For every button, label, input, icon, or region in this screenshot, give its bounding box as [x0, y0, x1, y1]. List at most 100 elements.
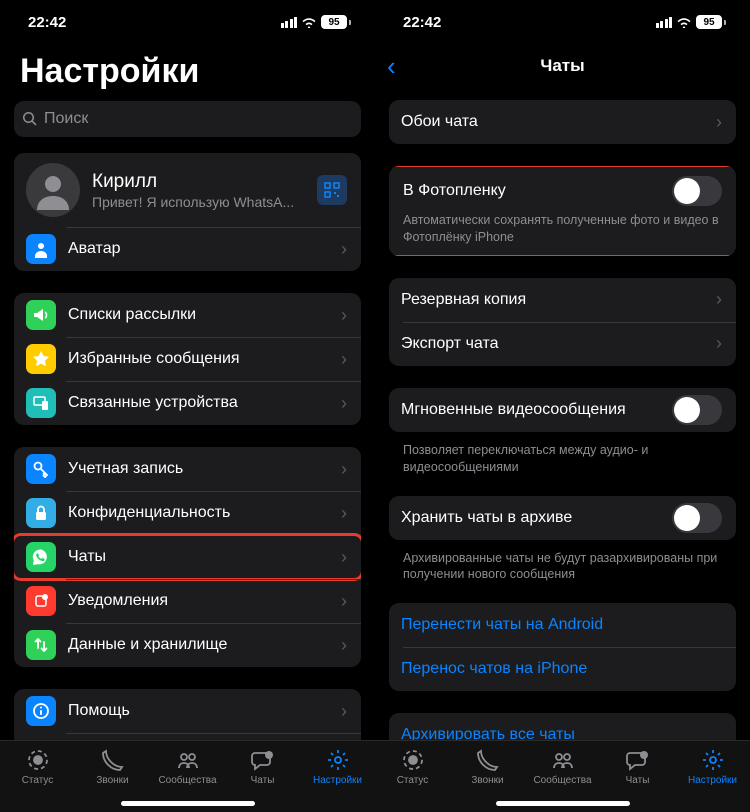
qr-icon[interactable] [317, 175, 347, 205]
status-time: 22:42 [403, 14, 441, 31]
wifi-icon [676, 16, 692, 28]
tab-status[interactable]: Статус [0, 747, 75, 812]
devices-icon [26, 388, 56, 418]
nav-title: Чаты [540, 56, 584, 76]
key-icon [26, 454, 56, 484]
nav-header: ‹ Чаты [375, 44, 750, 88]
profile-row[interactable]: Кирилл Привет! Я использую WhatsA... [14, 153, 361, 227]
search-input[interactable]: Поиск [14, 101, 361, 137]
archive-row[interactable]: Хранить чаты в архиве [389, 496, 736, 540]
settings-row-devices[interactable]: Связанные устройства› [14, 381, 361, 425]
signal-icon [281, 17, 298, 28]
chevron-icon: › [341, 635, 347, 656]
wifi-icon [301, 16, 317, 28]
communities-icon [550, 747, 576, 773]
back-button[interactable]: ‹ [387, 51, 396, 82]
chevron-icon: › [341, 239, 347, 260]
status-icon [25, 747, 51, 773]
backup-row[interactable]: Резервная копия› [389, 278, 736, 322]
avatar-icon [26, 163, 80, 217]
status-bar: 22:42 95 [0, 0, 375, 44]
photoroll-row[interactable]: В Фотопленку Автоматически сохранять пол… [389, 166, 736, 256]
archive-toggle[interactable] [672, 503, 722, 533]
chevron-icon: › [341, 701, 347, 722]
calls-icon [100, 747, 126, 773]
battery-icon: 95 [696, 15, 726, 29]
star-icon [26, 344, 56, 374]
settings-row-star[interactable]: Избранные сообщения› [14, 337, 361, 381]
megaphone-icon [26, 300, 56, 330]
settings-screen: 22:42 95 Настройки Поиск Кирилл Привет! … [0, 0, 375, 812]
lock-icon [26, 498, 56, 528]
home-indicator [496, 801, 630, 806]
chevron-icon: › [341, 547, 347, 568]
communities-icon [175, 747, 201, 773]
backup-row[interactable]: Экспорт чата› [389, 322, 736, 366]
transfer-row[interactable]: Перенос чатов на iPhone [389, 647, 736, 691]
wallpaper-group: Обои чата › [389, 100, 736, 144]
info-icon [26, 696, 56, 726]
home-indicator [121, 801, 255, 806]
actions-group: Архивировать все чатыОчистить все чатыУд… [389, 713, 736, 740]
settings-row-bell[interactable]: Уведомления› [14, 579, 361, 623]
settings-group-2: Учетная запись›Конфиденциальность›Чаты›У… [14, 447, 361, 667]
chevron-icon: › [341, 459, 347, 480]
avatar-sq-icon [26, 234, 56, 264]
settings-row-heart[interactable]: Рассказать другу› [14, 733, 361, 740]
arrows-icon [26, 630, 56, 660]
photoroll-group: В Фотопленку Автоматически сохранять пол… [389, 166, 736, 256]
profile-name: Кирилл [92, 171, 317, 193]
transfer-row[interactable]: Перенести чаты на Android [389, 603, 736, 647]
search-icon [22, 111, 38, 127]
settings-row-megaphone[interactable]: Списки рассылки› [14, 293, 361, 337]
settings-row-arrows[interactable]: Данные и хранилище› [14, 623, 361, 667]
status-indicators: 95 [656, 15, 727, 29]
archive-group: Хранить чаты в архиве [389, 496, 736, 540]
battery-icon: 95 [321, 15, 351, 29]
chevron-icon: › [716, 289, 722, 310]
chats-content: Обои чата › В Фотопленку Автоматически с… [375, 100, 750, 740]
chevron-icon: › [341, 591, 347, 612]
settings-icon [700, 747, 726, 773]
settings-group-3: Помощь›Рассказать другу› [14, 689, 361, 740]
profile-group: Кирилл Привет! Я использую WhatsA... Ава… [14, 153, 361, 271]
signal-icon [656, 17, 673, 28]
chevron-icon: › [341, 305, 347, 326]
photoroll-toggle[interactable] [672, 176, 722, 206]
settings-icon [325, 747, 351, 773]
status-icon [400, 747, 426, 773]
wallpaper-row[interactable]: Обои чата › [389, 100, 736, 144]
chats-icon [625, 747, 651, 773]
bell-icon [26, 586, 56, 616]
profile-status: Привет! Я использую WhatsA... [92, 194, 317, 210]
tab-settings[interactable]: Настройки [675, 747, 750, 812]
settings-group-1: Списки рассылки›Избранные сообщения›Связ… [14, 293, 361, 425]
calls-icon [475, 747, 501, 773]
chats-settings-screen: 22:42 95 ‹ Чаты Обои чата › В Фотопленку [375, 0, 750, 812]
instant-group: Мгновенные видеосообщения [389, 388, 736, 432]
settings-content: Настройки Поиск Кирилл Привет! Я использ… [0, 44, 375, 740]
search-placeholder: Поиск [44, 110, 88, 128]
settings-row-info[interactable]: Помощь› [14, 689, 361, 733]
tab-status[interactable]: Статус [375, 747, 450, 812]
status-bar: 22:42 95 [375, 0, 750, 44]
whatsapp-icon [26, 542, 56, 572]
chevron-icon: › [716, 333, 722, 354]
status-indicators: 95 [281, 15, 352, 29]
chevron-icon: › [341, 503, 347, 524]
tab-settings[interactable]: Настройки [300, 747, 375, 812]
transfer-group: Перенести чаты на AndroidПеренос чатов н… [389, 603, 736, 691]
instant-video-row[interactable]: Мгновенные видеосообщения [389, 388, 736, 432]
instant-toggle[interactable] [672, 395, 722, 425]
avatar-row[interactable]: Аватар › [14, 227, 361, 271]
backup-group: Резервная копия›Экспорт чата› [389, 278, 736, 366]
settings-row-whatsapp[interactable]: Чаты› [14, 535, 361, 579]
chevron-icon: › [341, 393, 347, 414]
status-time: 22:42 [28, 14, 66, 31]
chevron-icon: › [341, 349, 347, 370]
settings-row-key[interactable]: Учетная запись› [14, 447, 361, 491]
chevron-icon: › [716, 112, 722, 133]
action-row[interactable]: Архивировать все чаты [389, 713, 736, 740]
page-title: Настройки [20, 52, 361, 91]
settings-row-lock[interactable]: Конфиденциальность› [14, 491, 361, 535]
